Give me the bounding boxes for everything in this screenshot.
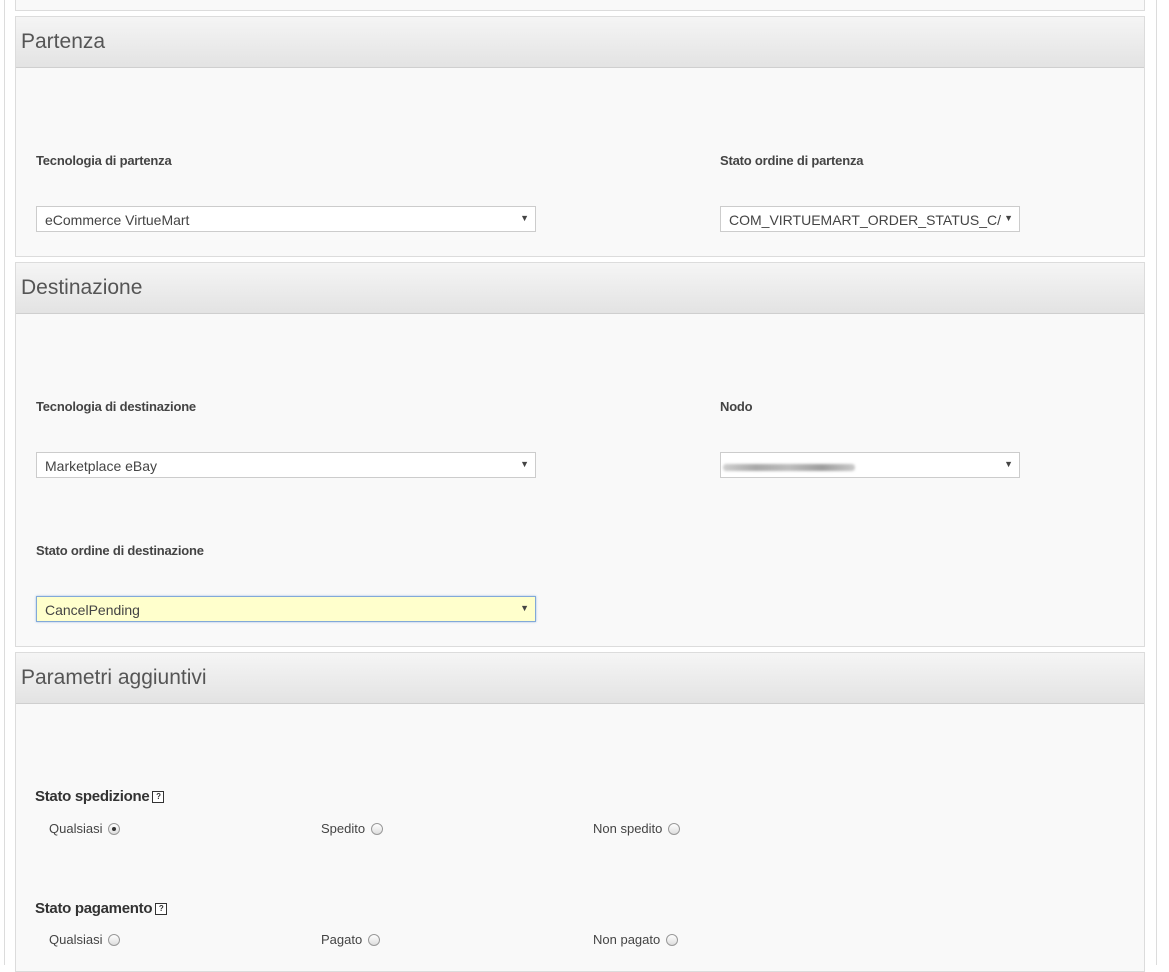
payment-status-label: Stato pagamento? [35, 900, 168, 917]
payment-option-paid[interactable]: Pagato [321, 932, 381, 947]
shipping-option-any[interactable]: Qualsiasi [49, 821, 121, 836]
source-technology-label: Tecnologia di partenza [36, 153, 172, 168]
radio-icon[interactable] [108, 933, 121, 946]
previous-panel-bottom [15, 0, 1145, 11]
parametri-panel-title: Parametri aggiuntivi [16, 653, 1144, 704]
source-order-status-value: COM_VIRTUEMART_ORDER_STATUS_C/ [729, 212, 1002, 228]
dest-order-status-label: Stato ordine di destinazione [36, 543, 204, 558]
radio-icon[interactable] [371, 822, 384, 835]
dest-order-status-value: CancelPending [45, 602, 140, 618]
destinazione-panel-title: Destinazione [16, 263, 1144, 314]
parametri-panel: Parametri aggiuntivi Stato spedizione? Q… [15, 652, 1145, 972]
chevron-down-icon: ▼ [1004, 459, 1013, 469]
radio-checked-icon[interactable] [108, 822, 121, 835]
dest-technology-select[interactable]: Marketplace eBay ▼ [36, 452, 536, 478]
dest-technology-label: Tecnologia di destinazione [36, 399, 196, 414]
chevron-down-icon: ▼ [520, 603, 529, 613]
source-order-status-label: Stato ordine di partenza [720, 153, 864, 168]
chevron-down-icon: ▼ [520, 213, 529, 223]
radio-icon[interactable] [368, 933, 381, 946]
shipping-status-label: Stato spedizione? [35, 788, 165, 805]
node-label: Nodo [720, 399, 753, 414]
node-select[interactable]: ▼ [720, 452, 1020, 478]
source-technology-select[interactable]: eCommerce VirtueMart ▼ [36, 206, 536, 232]
shipping-option-shipped[interactable]: Spedito [321, 821, 384, 836]
radio-icon[interactable] [668, 822, 681, 835]
radio-icon[interactable] [666, 933, 679, 946]
chevron-down-icon: ▼ [1001, 213, 1013, 223]
dest-order-status-select[interactable]: CancelPending ▼ [36, 596, 536, 622]
source-technology-value: eCommerce VirtueMart [45, 212, 190, 228]
partenza-panel: Partenza Tecnologia di partenza eCommerc… [15, 16, 1145, 257]
node-value-redacted [723, 464, 855, 471]
help-icon[interactable]: ? [155, 903, 168, 916]
destinazione-panel: Destinazione Tecnologia di destinazione … [15, 262, 1145, 647]
source-order-status-select[interactable]: COM_VIRTUEMART_ORDER_STATUS_C/ ▼ [720, 206, 1020, 232]
shipping-option-not-shipped[interactable]: Non spedito [593, 821, 681, 836]
payment-option-not-paid[interactable]: Non pagato [593, 932, 679, 947]
partenza-panel-title: Partenza [16, 17, 1144, 68]
chevron-down-icon: ▼ [520, 459, 529, 469]
dest-technology-value: Marketplace eBay [45, 458, 158, 474]
help-icon[interactable]: ? [152, 791, 165, 804]
payment-option-any[interactable]: Qualsiasi [49, 932, 121, 947]
